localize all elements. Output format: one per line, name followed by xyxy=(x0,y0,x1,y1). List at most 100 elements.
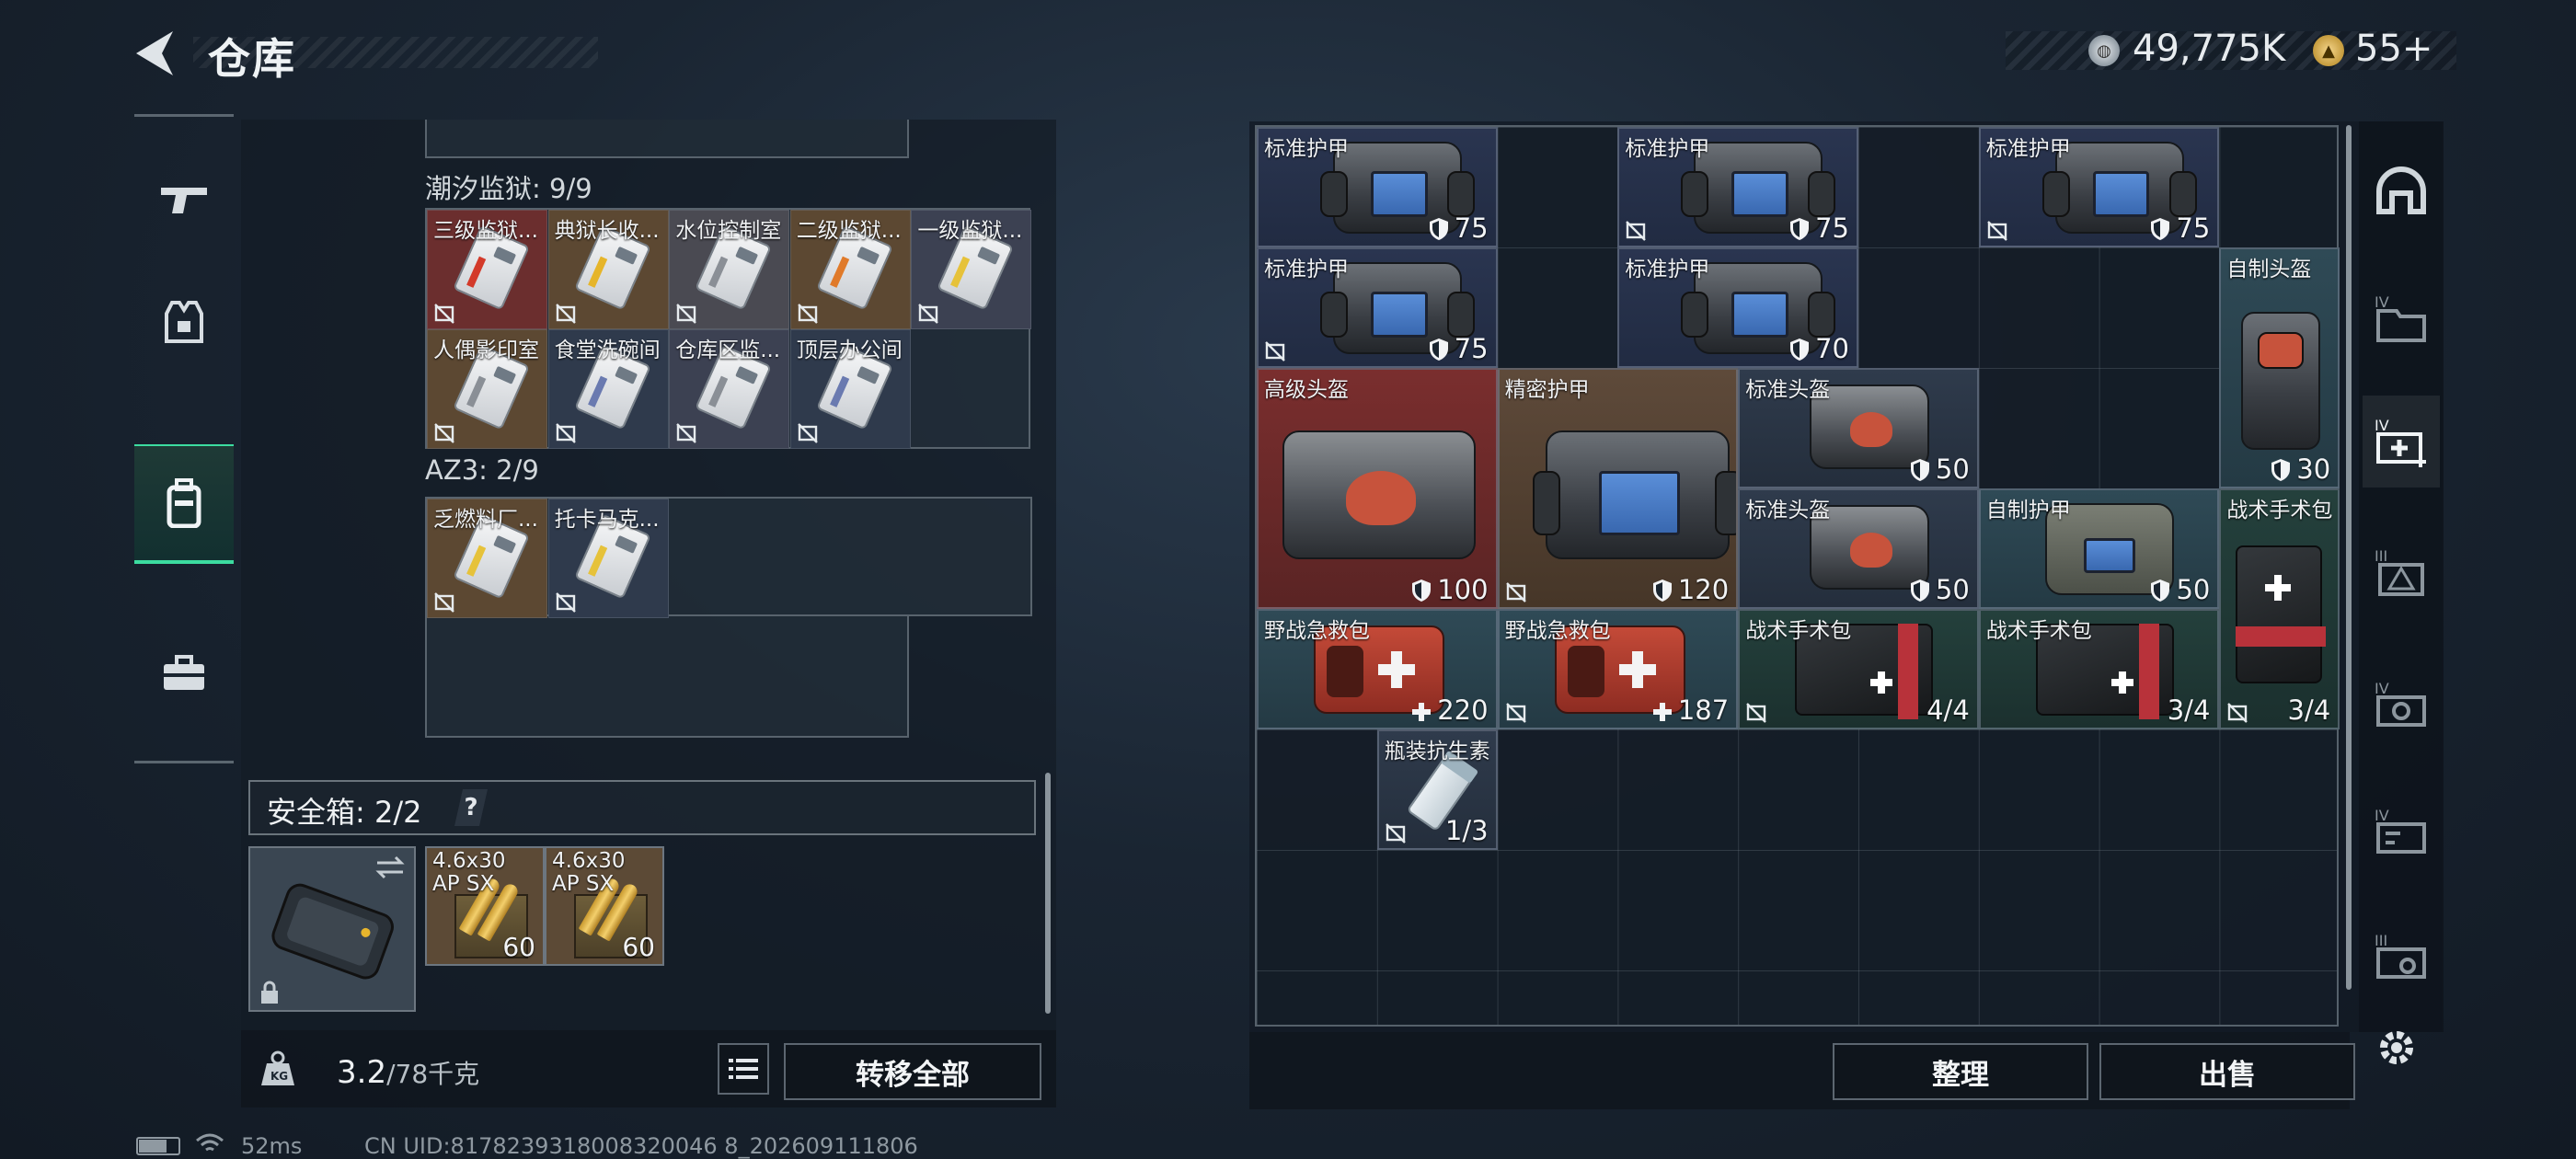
item-qty-value: 75 xyxy=(1454,212,1489,244)
inventory-item[interactable]: 标准护甲 75 xyxy=(1257,127,1498,247)
item-name: 标准护甲 xyxy=(1625,137,1710,161)
keycard-item[interactable]: 顶层办公间 xyxy=(789,329,911,449)
folder-icon: IV xyxy=(2375,293,2426,342)
item-qty: 70 xyxy=(1789,333,1849,364)
category-iii-gear[interactable]: III xyxy=(2363,911,2440,1003)
category-iv-device[interactable]: IV xyxy=(2363,786,2440,878)
inventory-item[interactable]: 战术手术包 4/4 xyxy=(1738,609,1979,729)
ammo-item[interactable]: 4.6x30 AP SX 60 xyxy=(425,846,545,966)
weight-icon: KG xyxy=(259,1050,296,1087)
durability-shield-icon xyxy=(1790,339,1810,361)
inventory-item[interactable]: 精密护甲 120 xyxy=(1497,368,1739,609)
item-qty: 1/3 xyxy=(1445,815,1489,846)
keycard-item[interactable]: 二级监狱... xyxy=(789,210,911,329)
item-name: 标准护甲 xyxy=(1264,137,1349,161)
durability-shield-icon xyxy=(1910,580,1929,602)
nav-equipment[interactable] xyxy=(134,262,234,382)
keycard-item[interactable]: 托卡马克... xyxy=(547,499,669,618)
helmet-image xyxy=(1282,430,1476,559)
ammo-qty: 60 xyxy=(502,932,535,962)
inventory-item[interactable]: 瓶装抗生素 1/3 xyxy=(1376,729,1498,850)
no-trade-icon xyxy=(676,304,697,324)
keycard-item[interactable]: 食堂洗碗间 xyxy=(547,329,669,449)
item-qty-value: 120 xyxy=(1677,574,1730,605)
category-iv-medical[interactable]: IV xyxy=(2363,396,2440,488)
nav-weapons[interactable] xyxy=(134,141,234,260)
category-iii-box[interactable]: III xyxy=(2363,526,2440,618)
svg-text:IV: IV xyxy=(2375,417,2389,434)
inventory-item[interactable]: 标准头盔 50 xyxy=(1738,488,1979,609)
inventory-item[interactable]: 标准护甲 70 xyxy=(1617,247,1858,368)
inventory-item[interactable]: 自制头盔 30 xyxy=(2219,247,2340,488)
inventory-item[interactable]: 高级头盔 100 xyxy=(1257,368,1498,609)
inventory-item[interactable]: 标准头盔 50 xyxy=(1738,368,1979,488)
keycard-item[interactable]: 仓库区监... xyxy=(669,329,790,449)
inventory-item[interactable]: 战术手术包 3/4 xyxy=(1978,609,2220,729)
item-name: 野战急救包 xyxy=(1264,619,1370,643)
back-arrow-icon[interactable] xyxy=(129,28,184,79)
no-trade-icon xyxy=(1505,703,1526,723)
item-qty-value: 50 xyxy=(1935,453,1970,485)
inventory-item[interactable]: 标准护甲 75 xyxy=(1617,127,1858,247)
no-trade-icon xyxy=(2227,703,2248,723)
lock-icon xyxy=(259,981,280,1004)
durability-shield-icon xyxy=(1790,218,1810,240)
keycard-item[interactable]: 乏燃料厂... xyxy=(427,499,547,618)
battery-icon xyxy=(136,1137,180,1155)
keycard-item[interactable]: 三级监狱... xyxy=(427,210,547,329)
section-label-az3: AZ3: 2/9 xyxy=(425,454,539,486)
sort-button[interactable]: 整理 xyxy=(1833,1043,2088,1100)
stash-scrollbar[interactable] xyxy=(1045,773,1051,1014)
item-qty: 3/4 xyxy=(2288,694,2331,726)
item-qty-value: 75 xyxy=(1454,333,1489,364)
no-trade-icon xyxy=(555,592,576,613)
ammo-item[interactable]: 4.6x30 AP SX 60 xyxy=(545,846,664,966)
no-trade-icon xyxy=(1505,582,1526,602)
svg-text:III: III xyxy=(2375,932,2387,949)
settings-gear-icon[interactable] xyxy=(2374,1025,2420,1071)
nav-toolbox[interactable] xyxy=(134,614,234,733)
item-name: 战术手术包 xyxy=(2226,499,2333,522)
keycard-name: 三级监狱... xyxy=(433,219,538,243)
item-qty-value: 1/3 xyxy=(1444,815,1489,846)
transfer-all-button[interactable]: 转移全部 xyxy=(784,1043,1041,1100)
svg-text:KG: KG xyxy=(270,1070,288,1083)
sell-button[interactable]: 出售 xyxy=(2099,1043,2355,1100)
keycard-name: 托卡马克... xyxy=(554,508,660,532)
keycard-item[interactable]: 人偶影印室 xyxy=(427,329,547,449)
item-qty-value: 3/4 xyxy=(2167,694,2211,726)
silver-balance: 49,775K xyxy=(2133,28,2286,70)
item-qty-value: 75 xyxy=(2176,212,2211,244)
gold-balance[interactable]: 55+ xyxy=(2355,28,2432,70)
category-iv-case[interactable]: IV xyxy=(2363,272,2440,364)
keycard-item[interactable]: 水位控制室 xyxy=(669,210,790,329)
inventory-scrollbar[interactable] xyxy=(2346,125,2352,990)
swap-icon[interactable] xyxy=(374,854,407,881)
healing-plus-icon xyxy=(1412,703,1432,721)
category-iv-camera[interactable]: IV xyxy=(2363,659,2440,751)
item-qty-value: 70 xyxy=(1815,333,1849,364)
item-qty: 120 xyxy=(1652,574,1729,605)
inventory-item[interactable]: 自制护甲 50 xyxy=(1978,488,2220,609)
helmet-image xyxy=(2241,312,2321,450)
inventory-item[interactable]: 野战急救包 187 xyxy=(1497,609,1739,729)
ammo-qty: 60 xyxy=(622,932,655,962)
durability-shield-icon xyxy=(2151,580,2170,602)
item-qty-value: 187 xyxy=(1677,694,1730,726)
no-trade-icon xyxy=(1626,221,1647,241)
inventory-item[interactable]: 标准护甲 75 xyxy=(1978,127,2220,247)
inventory-item[interactable]: 野战急救包 220 xyxy=(1257,609,1498,729)
medical-case-icon: IV xyxy=(2375,417,2426,467)
inventory-item[interactable]: 战术手术包 3/4 xyxy=(2219,488,2340,729)
nav-backpack[interactable] xyxy=(134,444,234,564)
keycard-item[interactable]: 一级监狱... xyxy=(911,210,1032,329)
category-helmet[interactable] xyxy=(2363,145,2440,237)
durability-shield-icon xyxy=(2271,459,2291,481)
list-view-button[interactable] xyxy=(718,1043,769,1095)
item-name: 标准头盔 xyxy=(1745,378,1831,402)
inventory-item[interactable]: 标准护甲 75 xyxy=(1257,247,1498,368)
durability-shield-icon xyxy=(1910,459,1929,481)
no-trade-icon xyxy=(1385,823,1406,843)
keycard-item[interactable]: 典狱长收... xyxy=(547,210,669,329)
no-trade-icon xyxy=(1986,221,2007,241)
